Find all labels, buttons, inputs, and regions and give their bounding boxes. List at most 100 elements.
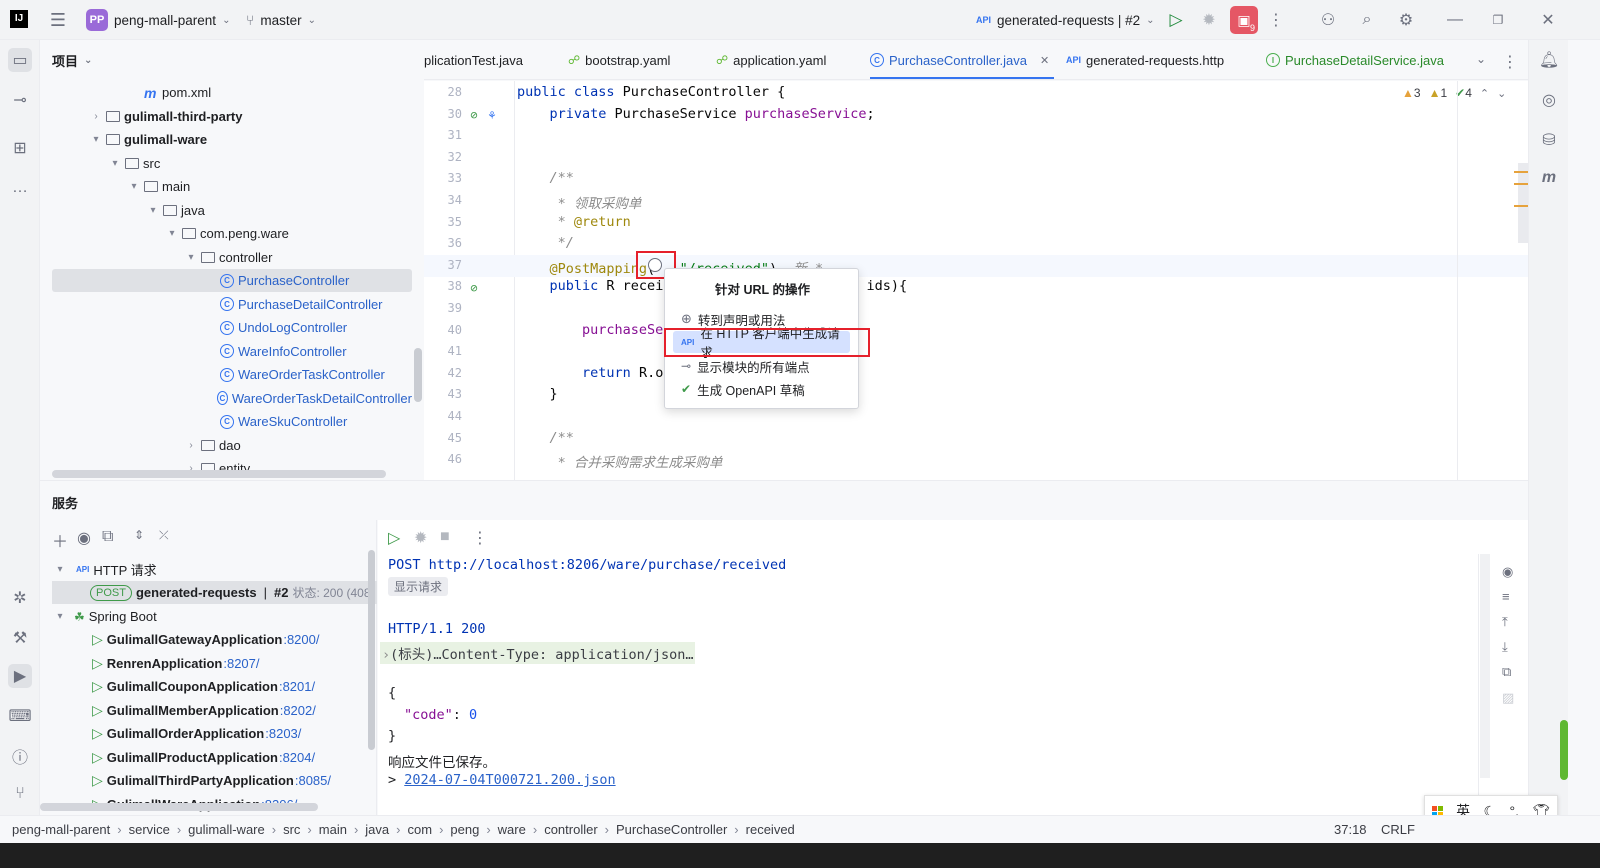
url-globe-icon[interactable] <box>648 258 662 272</box>
tree-item[interactable]: C WareOrderTaskDetailController <box>52 387 412 410</box>
close-icon[interactable]: ✕ <box>1538 10 1558 30</box>
branch-switcher[interactable]: ⑂ master ⌄ <box>246 6 316 34</box>
http-request-row[interactable]: POST generated-requests | #2 状态: 200 (40… <box>52 581 377 604</box>
tab-more-icon[interactable]: ⋮ <box>1502 52 1518 72</box>
more-tools-icon[interactable]: … <box>8 176 32 200</box>
app-port[interactable]: :8200/ <box>283 632 319 647</box>
caret-position[interactable]: 37:18 <box>1334 822 1367 837</box>
scroll-top-icon[interactable]: ⤒ <box>1502 614 1508 630</box>
chevron-right-icon[interactable]: › <box>185 440 197 451</box>
tree-item[interactable]: C WareSkuController <box>52 410 412 433</box>
database-icon[interactable]: ⛁ <box>1537 128 1561 152</box>
tree-item[interactable]: ▾ main <box>52 175 412 198</box>
tab-generated-requests[interactable]: API generated-requests.http <box>1066 40 1224 79</box>
breadcrumb-item[interactable]: PurchaseController <box>616 822 727 837</box>
minimize-icon[interactable]: — <box>1445 10 1465 30</box>
tree-item[interactable]: C PurchaseController <box>52 269 412 292</box>
chevron-down-icon[interactable]: ▾ <box>185 252 197 263</box>
editor-scrollbar[interactable] <box>1518 163 1528 243</box>
spring-app-item[interactable]: ▷ GulimallMemberApplication:8202/ <box>92 699 316 722</box>
services-tool-icon[interactable]: ▶ <box>8 664 32 688</box>
line-separator[interactable]: CRLF <box>1381 822 1415 837</box>
generate-openapi-item[interactable]: ✔ 生成 OpenAPI 草稿 <box>673 378 850 400</box>
breadcrumb-item[interactable]: controller <box>544 822 597 837</box>
tree-item[interactable]: m pom.xml <box>52 81 412 104</box>
horizontal-scrollbar[interactable] <box>40 803 318 811</box>
response-scrollbar[interactable] <box>1480 554 1490 778</box>
eye-icon[interactable]: ◉ <box>77 528 91 548</box>
breadcrumb-item[interactable]: received <box>746 822 795 837</box>
chevron-down-icon[interactable]: ▾ <box>128 181 140 192</box>
spring-app-item[interactable]: ▷ GulimallOrderApplication:8203/ <box>92 722 301 745</box>
code-line[interactable]: } <box>517 386 558 402</box>
debug-icon[interactable]: ✹ <box>1199 10 1219 30</box>
tab-application-yaml[interactable]: ☍ application.yaml <box>716 40 826 79</box>
notifications-icon[interactable]: 🔔︎ <box>1537 48 1561 72</box>
expand-all-icon[interactable]: ⇕ <box>134 528 144 542</box>
tree-item[interactable]: › gulimall-third-party <box>52 105 412 128</box>
tab-bootstrap-yaml[interactable]: ☍ bootstrap.yaml <box>568 40 670 79</box>
chevron-down-icon[interactable]: ▾ <box>109 158 121 169</box>
soft-wrap-icon[interactable]: ≡ <box>1502 589 1510 604</box>
code-line[interactable]: return R.ok <box>517 365 671 381</box>
build-icon[interactable]: ⚒ <box>8 626 32 650</box>
collapse-all-icon[interactable]: ⤫ <box>159 528 169 543</box>
scroll-end-icon[interactable]: ⤓ <box>1502 639 1508 655</box>
warning-marker[interactable] <box>1514 171 1528 173</box>
tab-purchase-detail-service[interactable]: I PurchaseDetailService.java <box>1266 40 1444 79</box>
headers-fold[interactable]: ›(标头)…Content-Type: application/json… <box>380 642 696 664</box>
stop-icon[interactable]: ■ <box>440 528 450 546</box>
app-port[interactable]: :8201/ <box>279 679 315 694</box>
app-port[interactable]: :8204/ <box>279 750 315 765</box>
code-line[interactable]: /** <box>517 170 574 186</box>
bean-icon[interactable]: ⊘ <box>466 107 482 123</box>
breadcrumb-item[interactable]: java <box>365 822 389 837</box>
code-line[interactable]: /** <box>517 430 574 446</box>
endpoint-icon[interactable]: ⊘ <box>466 280 482 296</box>
breadcrumb-item[interactable]: peng <box>450 822 479 837</box>
breadcrumb-item[interactable]: service <box>129 822 170 837</box>
app-port[interactable]: :8085/ <box>295 773 331 788</box>
commit-icon[interactable]: ⊸ <box>8 88 32 112</box>
breadcrumb-item[interactable]: com <box>408 822 433 837</box>
spring-boot-group[interactable]: ▾ ☘ Spring Boot <box>54 605 156 628</box>
structure-icon[interactable]: ⊞ <box>8 136 32 160</box>
spring-app-item[interactable]: ▷ GulimallGatewayApplication:8200/ <box>92 628 319 651</box>
vertical-scrollbar[interactable] <box>368 550 375 750</box>
code-line[interactable]: private PurchaseService purchaseService; <box>517 106 875 122</box>
http-requests-group[interactable]: ▾ API HTTP 请求 <box>54 558 156 581</box>
view-icon[interactable]: ◉ <box>1502 564 1513 580</box>
chevron-up-icon[interactable]: ⌃ <box>1480 87 1489 100</box>
app-port[interactable]: :8207/ <box>223 656 259 671</box>
tree-item[interactable]: › dao <box>52 434 412 457</box>
git-icon[interactable]: ⑂ <box>8 782 32 806</box>
code-line[interactable]: * 领取采购单 <box>517 192 642 212</box>
settings-icon[interactable]: ⚙ <box>1396 10 1416 30</box>
app-port[interactable]: :8202/ <box>280 703 316 718</box>
spring-app-item[interactable]: ▷ GulimallProductApplication:8204/ <box>92 746 315 769</box>
copy-icon[interactable]: ⧉ <box>1502 664 1511 680</box>
ai-assistant-icon[interactable]: ◎ <box>1537 88 1561 112</box>
tab-application-test[interactable]: plicationTest.java <box>424 40 523 79</box>
tab-purchase-controller[interactable]: C PurchaseController.java ✕ <box>870 40 1049 79</box>
code-line[interactable]: */ <box>517 235 574 251</box>
more-actions-icon[interactable]: ⋮ <box>472 528 488 548</box>
inspection-widget[interactable]: ▲3 ▲1 ✔4 ⌃ ⌄ <box>1402 86 1506 100</box>
run-icon[interactable]: ▷ <box>1166 10 1186 30</box>
tree-item[interactable]: C WareInfoController <box>52 340 412 363</box>
tree-item[interactable]: ▾ controller <box>52 246 412 269</box>
request-line[interactable]: POST http://localhost:8206/ware/purchase… <box>388 557 786 573</box>
debug-tool-icon[interactable]: ✲ <box>8 586 32 610</box>
warning-marker[interactable] <box>1514 205 1528 207</box>
chevron-down-icon[interactable]: ▾ <box>90 134 102 145</box>
tree-item[interactable]: ▾ java <box>52 199 412 222</box>
tree-item[interactable]: C UndoLogController <box>52 316 412 339</box>
chevron-down-icon[interactable]: ⌄ <box>1497 87 1506 100</box>
main-menu-icon[interactable]: ☰ <box>48 10 68 30</box>
code-line[interactable]: * 合并采购需求生成采购单 <box>517 451 723 471</box>
breadcrumb-item[interactable]: main <box>319 822 347 837</box>
more-actions-icon[interactable]: ⋮ <box>1266 10 1286 30</box>
add-user-icon[interactable]: ⚇ <box>1318 10 1338 30</box>
breadcrumb-item[interactable]: gulimall-ware <box>188 822 265 837</box>
horizontal-scrollbar[interactable] <box>52 470 386 478</box>
